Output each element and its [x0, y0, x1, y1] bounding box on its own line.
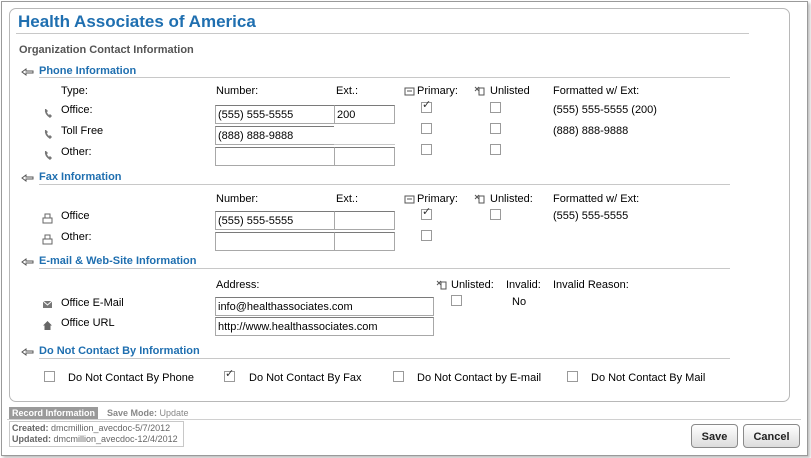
email-section-divider	[39, 268, 730, 269]
fax-primary-checkbox[interactable]	[421, 230, 432, 241]
phone-section-heading[interactable]: Phone Information	[39, 65, 136, 77]
section-subtitle: Organization Contact Information	[19, 44, 194, 56]
email-address-input[interactable]	[215, 297, 434, 316]
phone-icon	[44, 130, 52, 139]
phone-col-type: Type:	[61, 85, 88, 97]
phone-icon	[44, 109, 52, 118]
fax-col-unlisted: Unlisted:	[490, 193, 533, 205]
unlisted-icon	[474, 194, 485, 204]
email-col-unlisted: Unlisted:	[451, 279, 494, 291]
primary-icon	[404, 195, 415, 204]
email-unlisted-checkbox[interactable]	[451, 295, 462, 306]
phone-icon	[44, 151, 52, 160]
fax-section-divider	[39, 184, 730, 185]
fax-formatted-value: (555) 555-5555	[553, 210, 629, 222]
phone-ext-input[interactable]	[334, 126, 395, 145]
fax-col-number: Number:	[216, 193, 259, 205]
fax-row-type: Other:	[61, 231, 92, 243]
fax-icon	[42, 213, 53, 224]
home-icon	[43, 321, 52, 330]
cancel-button[interactable]: Cancel	[743, 424, 800, 448]
phone-primary-checkbox[interactable]	[421, 144, 432, 155]
title-divider	[16, 33, 749, 34]
phone-number-input[interactable]	[215, 126, 335, 145]
updated-label: Updated:	[12, 434, 51, 444]
phone-number-input[interactable]	[215, 105, 335, 124]
phone-number-input[interactable]	[215, 147, 335, 166]
check-icon: ✓	[225, 368, 235, 380]
save-mode: Save Mode: Update	[107, 407, 189, 419]
unlisted-icon	[436, 280, 447, 290]
created-value: dmcmillion_avecdoc-5/7/2012	[51, 423, 171, 433]
email-invalid-value: No	[512, 296, 527, 308]
fax-number-input[interactable]	[215, 211, 335, 230]
email-col-invalid-reason: Invalid Reason:	[553, 279, 629, 291]
dnc-fax-checkbox[interactable]: ✓	[224, 368, 235, 382]
footer-divider	[7, 419, 801, 420]
unlisted-icon	[474, 86, 485, 96]
collapse-icon[interactable]	[21, 68, 34, 77]
record-info-box: Created: dmcmillion_avecdoc-5/7/2012 Upd…	[9, 421, 184, 447]
fax-ext-input[interactable]	[334, 211, 395, 230]
phone-section-divider	[39, 77, 730, 78]
phone-col-primary: Primary:	[417, 85, 458, 97]
dnc-fax-label: Do Not Contact By Fax	[249, 372, 362, 384]
fax-section-heading[interactable]: Fax Information	[39, 171, 122, 183]
check-icon: ✓	[422, 206, 432, 218]
dnc-email-checkbox[interactable]	[393, 371, 404, 382]
fax-col-primary: Primary:	[417, 193, 458, 205]
dnc-phone-label: Do Not Contact By Phone	[68, 372, 194, 384]
fax-number-input[interactable]	[215, 232, 335, 251]
envelope-icon	[42, 300, 53, 308]
collapse-icon[interactable]	[21, 348, 34, 357]
phone-row-type: Office:	[61, 104, 93, 116]
phone-primary-checkbox[interactable]: ✓	[421, 99, 432, 113]
email-row-type: Office E-Mail	[61, 297, 124, 309]
url-address-input[interactable]	[215, 317, 434, 336]
record-info-tab: Record Information	[9, 407, 99, 419]
email-section-heading[interactable]: E-mail & Web-Site Information	[39, 255, 196, 267]
phone-unlisted-checkbox[interactable]	[490, 102, 501, 113]
phone-formatted-value: (888) 888-9888	[553, 125, 629, 137]
created-label: Created:	[12, 423, 49, 433]
fax-ext-input[interactable]	[334, 232, 395, 251]
phone-col-unlisted: Unlisted	[490, 85, 530, 97]
fax-col-formatted: Formatted w/ Ext:	[553, 193, 640, 205]
save-mode-value: Update	[159, 408, 189, 418]
primary-icon	[404, 87, 415, 96]
check-icon: ✓	[422, 99, 432, 111]
phone-row-type: Toll Free	[61, 125, 104, 137]
email-col-invalid: Invalid:	[506, 279, 541, 291]
updated-value: dmcmillion_avecdoc-12/4/2012	[53, 434, 178, 444]
phone-row-type: Other:	[61, 146, 92, 158]
phone-unlisted-checkbox[interactable]	[490, 123, 501, 134]
fax-unlisted-checkbox[interactable]	[490, 209, 501, 220]
phone-ext-input[interactable]	[334, 105, 395, 124]
phone-unlisted-checkbox[interactable]	[490, 144, 501, 155]
fax-primary-checkbox[interactable]: ✓	[421, 206, 432, 220]
fax-col-ext: Ext.:	[336, 193, 359, 205]
collapse-icon[interactable]	[21, 258, 34, 267]
dnc-phone-checkbox[interactable]	[44, 371, 55, 382]
fax-icon	[42, 234, 53, 245]
dnc-section-heading[interactable]: Do Not Contact By Information	[39, 345, 200, 357]
phone-col-formatted: Formatted w/ Ext:	[553, 85, 640, 97]
dnc-mail-label: Do Not Contact By Mail	[591, 372, 706, 384]
email-col-address: Address:	[216, 279, 260, 291]
save-mode-label: Save Mode:	[107, 408, 158, 418]
url-row-type: Office URL	[61, 317, 115, 329]
dnc-mail-checkbox[interactable]	[567, 371, 578, 382]
phone-formatted-value: (555) 555-5555 (200)	[553, 104, 657, 116]
page-title: Health Associates of America	[18, 12, 256, 31]
phone-primary-checkbox[interactable]	[421, 123, 432, 134]
collapse-icon[interactable]	[21, 174, 34, 183]
phone-col-number: Number:	[216, 85, 259, 97]
fax-row-type: Office	[61, 210, 90, 222]
dnc-section-divider	[39, 358, 730, 359]
phone-col-ext: Ext.:	[336, 85, 359, 97]
phone-ext-input[interactable]	[334, 147, 395, 166]
dnc-email-label: Do Not Contact by E-mail	[417, 372, 542, 384]
save-button[interactable]: Save	[691, 424, 738, 448]
